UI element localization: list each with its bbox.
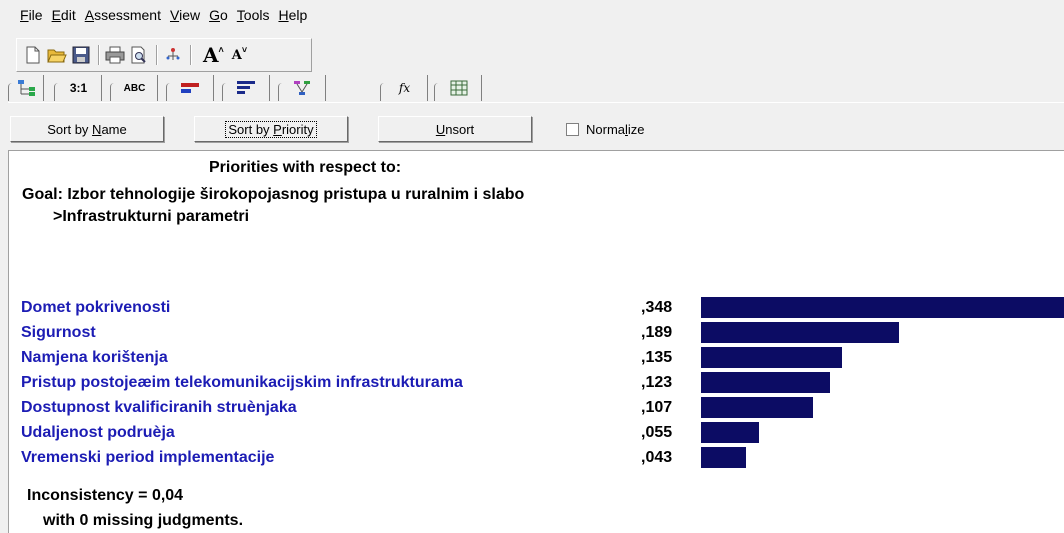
sort-by-name-button[interactable]: Sort by Name	[10, 116, 164, 142]
synthesis-icon	[293, 81, 310, 95]
priority-bar	[701, 447, 746, 468]
toolbar: A ˄ A ˅	[16, 38, 312, 72]
criterion-label[interactable]: Sigurnost	[21, 324, 96, 342]
tab-verbal-label: ABC	[123, 82, 146, 94]
criterion-value: ,123	[641, 374, 673, 391]
tree-icon	[17, 80, 35, 96]
menu-edit[interactable]: Edit	[52, 7, 76, 23]
tab-tree-view[interactable]	[8, 75, 44, 101]
tab-formula-label: fx	[398, 81, 411, 95]
priority-bar	[701, 422, 759, 443]
priority-bar	[701, 397, 813, 418]
priority-bar	[701, 372, 830, 393]
tab-synthesis[interactable]	[278, 75, 326, 101]
font-decrease-arrow-icon: ˅	[241, 45, 248, 55]
tab-graphical[interactable]	[166, 75, 214, 101]
priority-bar	[701, 347, 842, 368]
normalize-checkbox-box[interactable]	[566, 123, 579, 136]
criterion-label[interactable]: Dostupnost kvalificiranih struènjaka	[21, 399, 297, 417]
unsort-button[interactable]: Unsort	[378, 116, 532, 142]
normalize-checkbox[interactable]: Normalize	[566, 122, 645, 137]
sort-by-name-label: Sort by Name	[47, 121, 127, 137]
font-increase-icon[interactable]: A	[203, 43, 219, 67]
normalize-label: Normalize	[586, 122, 645, 137]
grid-icon	[450, 80, 467, 96]
view-tabs: 3:1 ABC fx	[8, 73, 1064, 107]
criterion-label[interactable]: Udaljenost podruèja	[21, 424, 175, 442]
criterion-value: ,055	[641, 424, 673, 441]
priorities-panel: Priorities with respect to: Goal: Izbor …	[8, 150, 1064, 533]
criterion-value: ,348	[641, 299, 673, 316]
tabs-baseline	[8, 102, 1064, 103]
menu-bar: File Edit Assessment View Go Tools Help	[0, 0, 1064, 30]
menu-file[interactable]: File	[20, 7, 43, 23]
missing-judgments-text: with 0 missing judgments.	[43, 512, 244, 529]
toolbar-separator	[190, 45, 192, 65]
criterion-label[interactable]: Vremenski period implementacije	[21, 449, 274, 467]
criterion-value: ,107	[641, 399, 673, 416]
save-icon[interactable]	[71, 45, 91, 65]
app-window: File Edit Assessment View Go Tools Help A ˄ A …	[0, 0, 1064, 533]
new-file-icon[interactable]	[23, 45, 43, 65]
print-icon[interactable]	[105, 45, 125, 65]
menu-view[interactable]: View	[170, 7, 200, 23]
criterion-value: ,043	[641, 449, 673, 466]
priority-bar	[701, 297, 1064, 318]
print-preview-icon[interactable]	[129, 45, 149, 65]
bar-graph-icon	[180, 83, 199, 93]
toolbar-separator	[156, 45, 158, 65]
criterion-value: ,189	[641, 324, 673, 341]
tree-icon[interactable]	[163, 45, 183, 65]
priorities-heading: Priorities with respect to:	[209, 159, 402, 176]
criterion-label[interactable]: Pristup postojeæim telekomunikacijskim i…	[21, 374, 463, 392]
tab-numerical-label: 3:1	[69, 81, 88, 95]
menu-tools[interactable]: Tools	[237, 7, 270, 23]
criterion-value: ,135	[641, 349, 673, 366]
sort-by-priority-label: Sort by Priority	[225, 120, 317, 138]
toolbar-separator	[98, 45, 100, 65]
priorities-icon	[236, 81, 255, 94]
menu-go[interactable]: Go	[209, 7, 228, 23]
tab-verbal[interactable]: ABC	[110, 75, 158, 101]
tab-formula[interactable]: fx	[380, 75, 428, 101]
inconsistency-text: Inconsistency = 0,04	[27, 487, 184, 504]
criterion-label[interactable]: Namjena korištenja	[21, 349, 168, 367]
sort-bar: Sort by Name Sort by Priority Unsort Nor…	[0, 112, 1064, 146]
menu-help[interactable]: Help	[278, 7, 307, 23]
font-decrease-icon[interactable]: A	[232, 48, 242, 63]
menu-assessment[interactable]: Assessment	[85, 7, 161, 23]
unsort-label: Unsort	[435, 121, 475, 137]
node-path: >Infrastrukturni parametri	[53, 208, 250, 225]
tab-priorities[interactable]	[222, 75, 270, 101]
tab-spreadsheet[interactable]	[434, 75, 482, 101]
tab-numerical[interactable]: 3:1	[54, 75, 102, 101]
priority-bar	[701, 322, 899, 343]
font-increase-arrow-icon: ˄	[218, 45, 224, 55]
sort-by-priority-button[interactable]: Sort by Priority	[194, 116, 348, 142]
criterion-label[interactable]: Domet pokrivenosti	[21, 299, 170, 317]
open-folder-icon[interactable]	[47, 45, 67, 65]
goal-text: Goal: Izbor tehnologije širokopojasnog p…	[22, 186, 525, 203]
